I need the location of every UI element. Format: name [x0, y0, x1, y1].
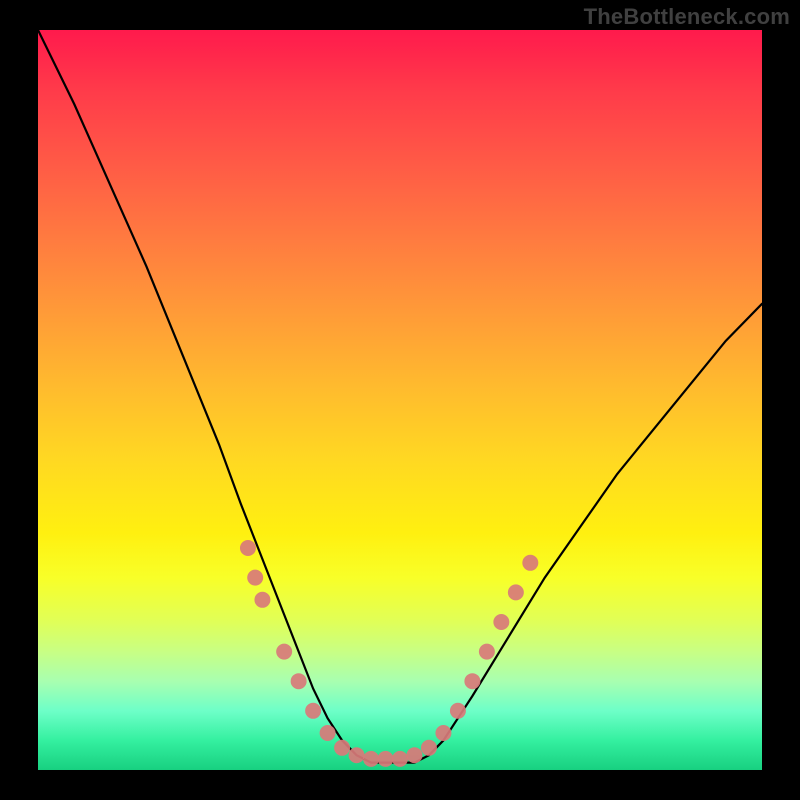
- plot-area: [38, 30, 762, 770]
- data-marker: [479, 644, 494, 659]
- data-marker: [465, 674, 480, 689]
- data-marker: [364, 751, 379, 766]
- data-marker: [240, 541, 255, 556]
- data-marker: [393, 751, 408, 766]
- data-marker: [407, 748, 422, 763]
- chart-frame: TheBottleneck.com: [0, 0, 800, 800]
- chart-svg: [38, 30, 762, 770]
- data-marker: [494, 615, 509, 630]
- data-marker: [508, 585, 523, 600]
- marker-group: [240, 541, 537, 767]
- curve-group: [38, 30, 762, 763]
- data-marker: [248, 570, 263, 585]
- watermark-text: TheBottleneck.com: [584, 4, 790, 30]
- data-marker: [320, 726, 335, 741]
- data-marker: [450, 703, 465, 718]
- data-marker: [436, 726, 451, 741]
- bottleneck-curve: [38, 30, 762, 763]
- data-marker: [335, 740, 350, 755]
- data-marker: [306, 703, 321, 718]
- data-marker: [378, 751, 393, 766]
- data-marker: [277, 644, 292, 659]
- data-marker: [291, 674, 306, 689]
- data-marker: [421, 740, 436, 755]
- data-marker: [523, 555, 538, 570]
- data-marker: [349, 748, 364, 763]
- data-marker: [255, 592, 270, 607]
